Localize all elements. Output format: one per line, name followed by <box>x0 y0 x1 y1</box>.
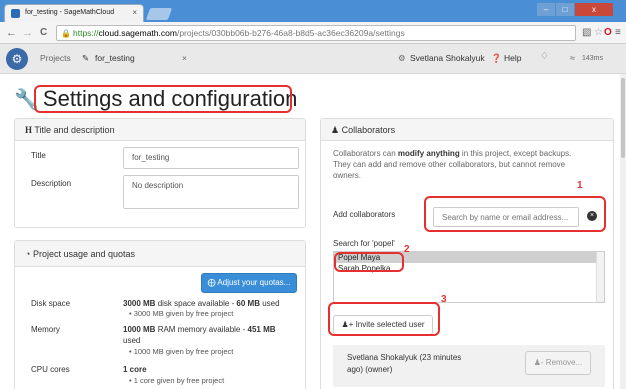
title-input[interactable]: for_testing <box>123 147 299 169</box>
app-navbar: ⚙ Projects ✎ for_testing × ⚙ Svetlana Sh… <box>0 44 626 74</box>
help-icon: ❓ <box>491 53 502 63</box>
lock-icon: 🔒 <box>61 29 71 38</box>
account-menu[interactable]: Svetlana Shokalyuk <box>410 53 485 63</box>
project-usage-panel: ◔ Project usage and quotas ⨁ Adjust your… <box>14 240 306 389</box>
forward-button[interactable]: → <box>22 26 33 40</box>
help-link[interactable]: Help <box>504 53 521 63</box>
memory-used-word: used <box>123 336 141 345</box>
close-project-tab-icon[interactable]: × <box>182 53 187 63</box>
adjust-quotas-button[interactable]: ⨁ Adjust your quotas... <box>201 273 297 293</box>
remove-user-icon: ♟- <box>533 358 544 367</box>
memory-value: 1000 MB RAM memory available - 451 MB <box>123 325 276 334</box>
results-scrollbar[interactable] <box>596 252 604 302</box>
heading-icon: H <box>25 125 33 135</box>
opera-icon[interactable]: O <box>604 27 612 39</box>
bell-icon[interactable]: ♢ <box>540 51 549 62</box>
search-results-label: Search for 'popel' <box>333 239 395 248</box>
translate-icon[interactable]: ▧ <box>582 27 591 39</box>
panel-header: ◔ Project usage and quotas <box>15 241 305 267</box>
memory-detail: • 1000 MB given by free project <box>129 347 234 356</box>
disk-space-label: Disk space <box>31 299 71 308</box>
project-tab[interactable]: for_testing <box>95 53 135 63</box>
gear-icon: ⚙ <box>398 53 406 63</box>
close-tab-icon[interactable]: × <box>132 8 137 17</box>
title-description-panel: H Title and description Title for_testin… <box>14 118 306 228</box>
minimize-button[interactable]: – <box>537 3 555 16</box>
collab-intro-line1: Collaborators can modify anything in thi… <box>333 149 572 158</box>
collab-intro-line3: owners. <box>333 171 362 180</box>
collab-intro-line2: They can add and remove other collaborat… <box>333 160 566 169</box>
edit-icon: ✎ <box>82 53 90 63</box>
address-bar: ← → C 🔒 https://cloud.sagemath.com/proje… <box>0 22 626 44</box>
annotation-number-3: 3 <box>441 294 447 305</box>
title-label: Title <box>31 151 46 160</box>
sagemathcloud-logo-icon[interactable]: ⚙ <box>6 48 28 70</box>
highlight-search-input <box>424 196 606 232</box>
user-icon: ♟ <box>331 125 340 135</box>
remove-collaborator-button[interactable]: ♟- Remove... <box>525 351 591 375</box>
reload-button[interactable]: C <box>40 26 47 40</box>
memory-label: Memory <box>31 325 60 334</box>
new-tab-button[interactable] <box>145 8 173 20</box>
add-collaborators-label: Add collaborators <box>333 210 396 219</box>
nav-projects[interactable]: Projects <box>40 53 71 63</box>
back-button[interactable]: ← <box>6 26 17 40</box>
dashboard-icon: ◔ <box>25 249 31 259</box>
wifi-icon: ≈ <box>570 53 575 63</box>
description-textarea[interactable]: No description <box>123 175 299 209</box>
scrollbar-thumb[interactable] <box>621 78 625 158</box>
disk-space-value: 3000 MB disk space available - 60 MB use… <box>123 299 280 308</box>
maximize-button[interactable]: □ <box>556 3 574 16</box>
menu-icon[interactable]: ≡ <box>615 27 621 39</box>
cpu-cores-detail: • 1 core given by free project <box>129 376 225 385</box>
plus-circle-icon: ⨁ <box>207 278 216 287</box>
disk-space-detail: • 3000 MB given by free project <box>129 309 234 318</box>
url-field[interactable]: 🔒 https://cloud.sagemath.com/projects/03… <box>56 25 576 41</box>
ping-time: 143ms <box>582 55 604 62</box>
description-label: Description <box>31 179 72 188</box>
cpu-cores-label: CPU cores <box>31 365 70 374</box>
favicon-icon <box>11 9 20 18</box>
annotation-number-1: 1 <box>577 180 583 191</box>
collaborator-name-line2: ago) (owner) <box>347 365 393 374</box>
annotation-number-2: 2 <box>404 244 410 255</box>
close-window-button[interactable]: x <box>575 3 613 16</box>
highlight-invite-button <box>328 302 440 336</box>
browser-titlebar: for_testing - SageMathCloud × – □ x <box>0 0 626 22</box>
page-scrollbar[interactable] <box>620 74 626 389</box>
panel-header: ♟ Collaborators <box>321 119 613 141</box>
collaborator-row: Svetlana Shokalyuk (23 minutes ago) (own… <box>333 345 605 387</box>
highlight-page-title <box>34 85 292 113</box>
collaborator-name-line1: Svetlana Shokalyuk (23 minutes <box>347 353 462 362</box>
browser-tab[interactable]: for_testing - SageMathCloud × <box>4 4 144 22</box>
browser-tab-title: for_testing - SageMathCloud <box>25 9 115 16</box>
highlight-search-result <box>334 252 404 272</box>
panel-header: H Title and description <box>15 119 305 141</box>
cpu-cores-value: 1 core <box>123 365 147 374</box>
bookmark-star-icon[interactable]: ☆ <box>594 27 603 39</box>
